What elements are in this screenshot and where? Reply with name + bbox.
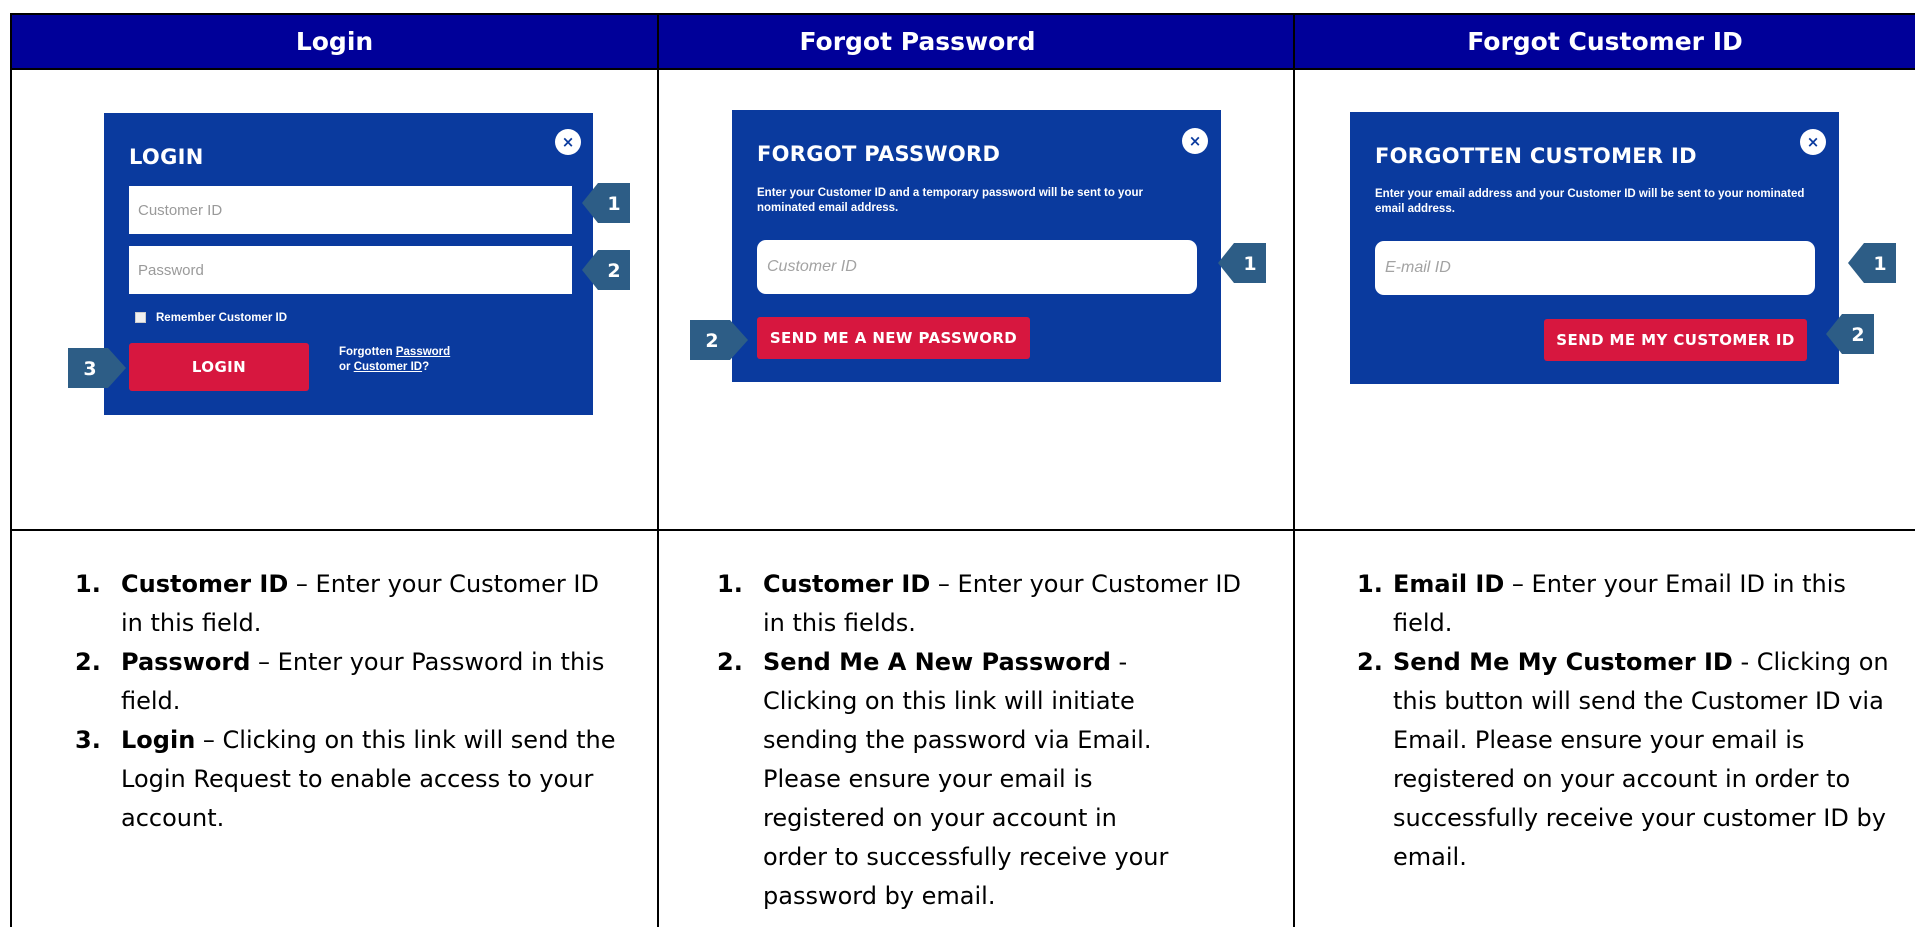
column-divider <box>657 15 659 927</box>
close-icon[interactable]: × <box>555 129 581 155</box>
close-icon[interactable]: × <box>1182 128 1208 154</box>
item-number: 2. <box>1357 648 1383 676</box>
callout-number: 1 <box>607 193 620 215</box>
header-forgot-customer-id: Forgot Customer ID <box>1467 27 1743 56</box>
callout-number: 1 <box>1873 253 1886 275</box>
forgotten-links: Forgotten Password or Customer ID? <box>339 345 450 375</box>
callout-arrow-3: 3 <box>68 348 126 388</box>
forgot-customer-id-title: FORGOTTEN CUSTOMER ID <box>1375 144 1697 168</box>
forgot-customer-id-description: 1. Email ID – Enter your Email ID in this… <box>1357 565 1912 877</box>
send-new-password-button[interactable]: SEND ME A NEW PASSWORD <box>757 317 1030 359</box>
callout-arrow-2: 2 <box>690 320 748 360</box>
item-term: Customer ID <box>763 570 931 598</box>
callout-arrow-1: 1 <box>1218 243 1266 283</box>
list-item: 3. Login – Clicking on this link will sen… <box>75 721 620 838</box>
password-input[interactable]: Password <box>129 246 572 294</box>
or-text: or <box>339 361 351 373</box>
customer-id-input[interactable]: Customer ID <box>129 186 572 234</box>
header-login: Login <box>295 27 374 56</box>
item-number: 1. <box>717 570 743 598</box>
login-panel-title: LOGIN <box>129 145 204 169</box>
list-item: 2. Send Me A New Password - Clicking on t… <box>717 643 1262 916</box>
callout-arrow-1: 1 <box>1848 243 1896 283</box>
forgot-password-link[interactable]: Password <box>396 346 450 358</box>
item-number: 2. <box>75 648 101 676</box>
list-item: 1. Customer ID – Enter your Customer ID i… <box>75 565 620 643</box>
remember-checkbox[interactable] <box>135 312 146 323</box>
close-icon[interactable]: × <box>1800 129 1826 155</box>
callout-number: 2 <box>1851 324 1864 346</box>
forgot-customer-id-link[interactable]: Customer ID <box>354 361 422 373</box>
row-divider <box>12 68 1915 70</box>
item-number: 3. <box>75 726 101 754</box>
row-divider <box>12 529 1915 531</box>
forgotten-text: Forgotten <box>339 346 393 358</box>
forgot-password-panel: FORGOT PASSWORD × Enter your Customer ID… <box>732 110 1221 382</box>
item-term: Send Me My Customer ID <box>1393 648 1733 676</box>
remember-label: Remember Customer ID <box>156 312 288 324</box>
item-text: - Clicking on this button will send the … <box>1393 648 1889 871</box>
item-number: 1. <box>75 570 101 598</box>
list-item: 1. Customer ID – Enter your Customer ID i… <box>717 565 1262 643</box>
item-text: - Clicking on this link will initiate se… <box>763 648 1169 910</box>
list-item: 2. Send Me My Customer ID - Clicking on t… <box>1357 643 1912 877</box>
customer-id-input[interactable]: Customer ID <box>757 240 1197 294</box>
item-text: – Clicking on this link will send the Lo… <box>121 726 616 832</box>
send-customer-id-button[interactable]: SEND ME MY CUSTOMER ID <box>1544 319 1807 361</box>
callout-number: 2 <box>705 330 718 352</box>
item-number: 2. <box>717 648 743 676</box>
forgot-customer-id-instructions: Enter your email address and your Custom… <box>1375 188 1805 215</box>
callout-arrow-2: 2 <box>1826 314 1874 354</box>
header-row: Login Forgot Password Forgot Customer ID <box>12 15 1915 68</box>
list-item: 1. Email ID – Enter your Email ID in this… <box>1357 565 1912 643</box>
item-term: Email ID <box>1393 570 1505 598</box>
login-panel: LOGIN × Customer ID Password Remember Cu… <box>104 113 593 415</box>
item-term: Login <box>121 726 196 754</box>
question-mark: ? <box>422 361 430 373</box>
item-term: Customer ID <box>121 570 289 598</box>
callout-number: 2 <box>607 260 620 282</box>
callout-arrow-1: 1 <box>582 183 630 223</box>
login-button[interactable]: LOGIN <box>129 343 309 391</box>
forgot-password-instructions: Enter your Customer ID and a temporary p… <box>757 187 1143 214</box>
forgot-customer-id-panel: FORGOTTEN CUSTOMER ID × Enter your email… <box>1350 112 1839 384</box>
callout-number: 1 <box>1243 253 1256 275</box>
callout-arrow-2: 2 <box>582 250 630 290</box>
forgot-password-title: FORGOT PASSWORD <box>757 142 1001 166</box>
item-term: Send Me A New Password <box>763 648 1111 676</box>
list-item: 2. Password – Enter your Password in this… <box>75 643 620 721</box>
header-forgot-password: Forgot Password <box>799 27 1036 56</box>
column-divider <box>1293 15 1295 927</box>
item-number: 1. <box>1357 570 1383 598</box>
email-input[interactable]: E-mail ID <box>1375 241 1815 295</box>
callout-number: 3 <box>83 358 96 380</box>
item-term: Password <box>121 648 251 676</box>
login-description: 1. Customer ID – Enter your Customer ID i… <box>75 565 620 838</box>
forgot-password-description: 1. Customer ID – Enter your Customer ID i… <box>717 565 1262 916</box>
